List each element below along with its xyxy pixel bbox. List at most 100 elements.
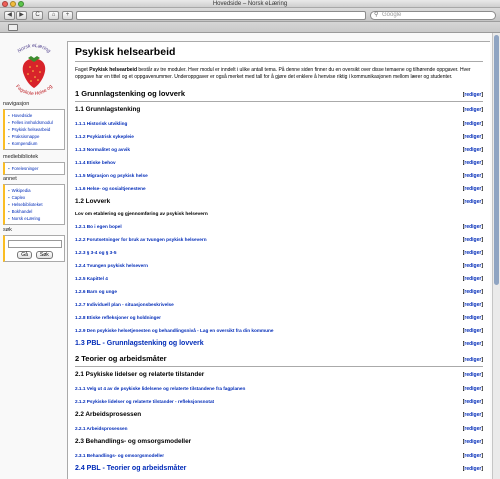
add-bookmark-button[interactable]: + (62, 11, 73, 20)
other-item-norsk-elaering[interactable]: Norsk eLæring (8, 215, 62, 222)
section-link[interactable]: 1.2.8 Etiske refleksjoner og holdninger (75, 311, 161, 324)
section-link[interactable]: 1.2.3 § 3-4 og § 3-5 (75, 246, 116, 259)
edit-label[interactable]: rediger (464, 453, 481, 459)
section-link[interactable]: 2.1.1 Velg ut 4 av de psykiske lidelsene… (75, 382, 245, 395)
bookmarks-bar (0, 22, 500, 33)
edit-label[interactable]: rediger (464, 386, 481, 392)
edit-section-link[interactable]: [rediger] (463, 337, 483, 351)
edit-label[interactable]: rediger (464, 328, 481, 334)
other-item-helsebiblioteket[interactable]: Helsebiblioteket (8, 201, 62, 208)
edit-bracket-close: ] (481, 386, 483, 392)
section-link[interactable]: 1.2.4 Tvungen psykisk helsevern (75, 259, 148, 272)
browser-toolbar: ◀ ▶ C ⌂ + ⚲ Google (0, 8, 500, 22)
edit-label[interactable]: rediger (464, 426, 481, 432)
section-link[interactable]: 2.1.2 Psykiske lidelser og relaterte til… (75, 395, 214, 408)
edit-label[interactable]: rediger (464, 199, 481, 205)
edit-section-link[interactable]: [rediger] (463, 87, 483, 103)
edit-label[interactable]: rediger (464, 107, 481, 113)
wiki-search-input[interactable] (8, 240, 62, 248)
library-item-forelesninger[interactable]: Forelesninger (8, 165, 62, 172)
navigation-portlet: navigasjon Hovedside Felles innholdsmodu… (3, 101, 65, 150)
section-link[interactable]: 2.2.1 Arbeidsprosessen (75, 422, 127, 435)
bookmarks-book-icon[interactable] (8, 24, 18, 31)
site-logo[interactable]: Norsk eLæring Fagskole Helse og (6, 41, 62, 97)
edit-label[interactable]: rediger (464, 160, 481, 166)
edit-label[interactable]: rediger (464, 186, 481, 192)
section-link[interactable]: 1.2.2 Forutsetninger for bruk av tvungen… (75, 233, 207, 246)
section-link[interactable]: 1.2.5 Kapittel 4 (75, 272, 108, 285)
home-button[interactable]: ⌂ (48, 11, 59, 20)
edit-bracket-close: ] (481, 263, 483, 269)
edit-label[interactable]: rediger (464, 289, 481, 295)
edit-label[interactable]: rediger (464, 134, 481, 140)
edit-label[interactable]: rediger (464, 399, 481, 405)
nav-item-kompendium[interactable]: Kompendium (8, 140, 62, 147)
edit-section-link[interactable]: [rediger] (463, 462, 483, 476)
edit-section-link[interactable]: [rediger] (463, 368, 483, 382)
edit-label[interactable]: rediger (464, 341, 481, 347)
section-link[interactable]: 1.2.6 Barn og unge (75, 285, 117, 298)
subsection-heading: 1.2.7 Individuell plan - situasjonsbeskr… (75, 298, 483, 311)
section-link[interactable]: 1.1.6 Helse- og sosialtjenestene (75, 182, 146, 195)
edit-label[interactable]: rediger (464, 315, 481, 321)
reload-button[interactable]: C (32, 11, 43, 20)
go-button[interactable]: Gå (17, 251, 32, 259)
edit-section-link[interactable]: [rediger] (463, 408, 483, 422)
edit-label[interactable]: rediger (464, 302, 481, 308)
section-link[interactable]: 1.1.2 Psykiatrisk sykepleie (75, 130, 134, 143)
section-link[interactable]: 1.2.7 Individuell plan - situasjonsbeskr… (75, 298, 174, 311)
section-link[interactable]: 1.1.3 Normalitet og avvik (75, 143, 130, 156)
edit-label[interactable]: rediger (464, 147, 481, 153)
edit-label[interactable]: rediger (464, 372, 481, 378)
other-item-wikipedia[interactable]: Wikipedia (8, 187, 62, 194)
web-search-placeholder: Google (382, 12, 402, 18)
address-bar[interactable] (76, 11, 366, 20)
edit-label[interactable]: rediger (464, 263, 481, 269)
edit-label[interactable]: rediger (464, 237, 481, 243)
edit-bracket-close: ] (481, 186, 483, 192)
web-search-field[interactable]: ⚲ Google (370, 11, 496, 20)
edit-label[interactable]: rediger (464, 121, 481, 127)
edit-label[interactable]: rediger (464, 466, 481, 472)
section-list: 1 Grunnlagstenking og lovverk [rediger] 1.… (75, 86, 483, 476)
edit-section-link[interactable]: [rediger] (463, 435, 483, 449)
edit-label[interactable]: rediger (464, 173, 481, 179)
other-item-bokhandel[interactable]: Bokhandel (8, 208, 62, 215)
edit-label[interactable]: rediger (464, 439, 481, 445)
section-link[interactable]: 2.4 PBL - Teorier og arbeidsmåter (75, 462, 186, 476)
section-label: Lov om etablering og gjennomføring av ps… (75, 212, 208, 217)
edit-section-link[interactable]: [rediger] (463, 103, 483, 117)
subsection-heading: 1.1.5 Migrasjon og psykisk helse [rediger… (75, 169, 483, 182)
edit-label[interactable]: rediger (464, 276, 481, 282)
section-link[interactable]: 1.3 PBL - Grunnlagstenking og lovverk (75, 337, 204, 351)
main-content: Psykisk helsearbeid Faget Psykisk helsea… (67, 41, 490, 479)
section-link[interactable]: 1.2.9 Den psykiske helsetjenesten og beh… (75, 324, 274, 337)
section-link[interactable]: 1.1.4 Etiske behov (75, 156, 116, 169)
search-button[interactable]: Søk (35, 251, 53, 259)
edit-bracket-close: ] (481, 426, 483, 432)
other-item-caplex[interactable]: Caplex (8, 194, 62, 201)
nav-item-felles-innholdsmodul[interactable]: Felles innholdsmodul (8, 119, 62, 126)
section-link[interactable]: 1.1.5 Migrasjon og psykisk helse (75, 169, 148, 182)
edit-label[interactable]: rediger (464, 250, 481, 256)
section-link[interactable]: 1.2.1 Bo i egen bopel (75, 220, 122, 233)
edit-label[interactable]: rediger (464, 357, 481, 363)
nav-item-praksismappe[interactable]: Praksismappe (8, 133, 62, 140)
edit-bracket-close: ] (481, 92, 483, 98)
media-library-portlet: mediebibliotek Forelesninger (3, 154, 65, 175)
window-title: Hovedside – Norsk eLæring (212, 1, 288, 7)
page-scrollbar[interactable] (492, 33, 500, 479)
edit-label[interactable]: rediger (464, 224, 481, 230)
edit-section-link[interactable]: [rediger] (463, 352, 483, 368)
nav-item-hovedside[interactable]: Hovedside (8, 112, 62, 119)
edit-section-link[interactable]: [rediger] (463, 195, 483, 209)
edit-label[interactable]: rediger (464, 92, 481, 98)
back-button[interactable]: ◀ (4, 11, 15, 20)
nav-item-psykisk-helsearbeid[interactable]: Psykisk helsearbeid (8, 126, 62, 133)
forward-button[interactable]: ▶ (16, 11, 27, 20)
section-link[interactable]: 2.3.1 Behandlings- og omsorgsmodeller (75, 449, 164, 462)
scrollbar-thumb[interactable] (494, 35, 499, 285)
section-link[interactable]: 1.1.1 Historisk utvikling (75, 117, 127, 130)
edit-label[interactable]: rediger (464, 412, 481, 418)
edit-bracket-close: ] (481, 453, 483, 459)
